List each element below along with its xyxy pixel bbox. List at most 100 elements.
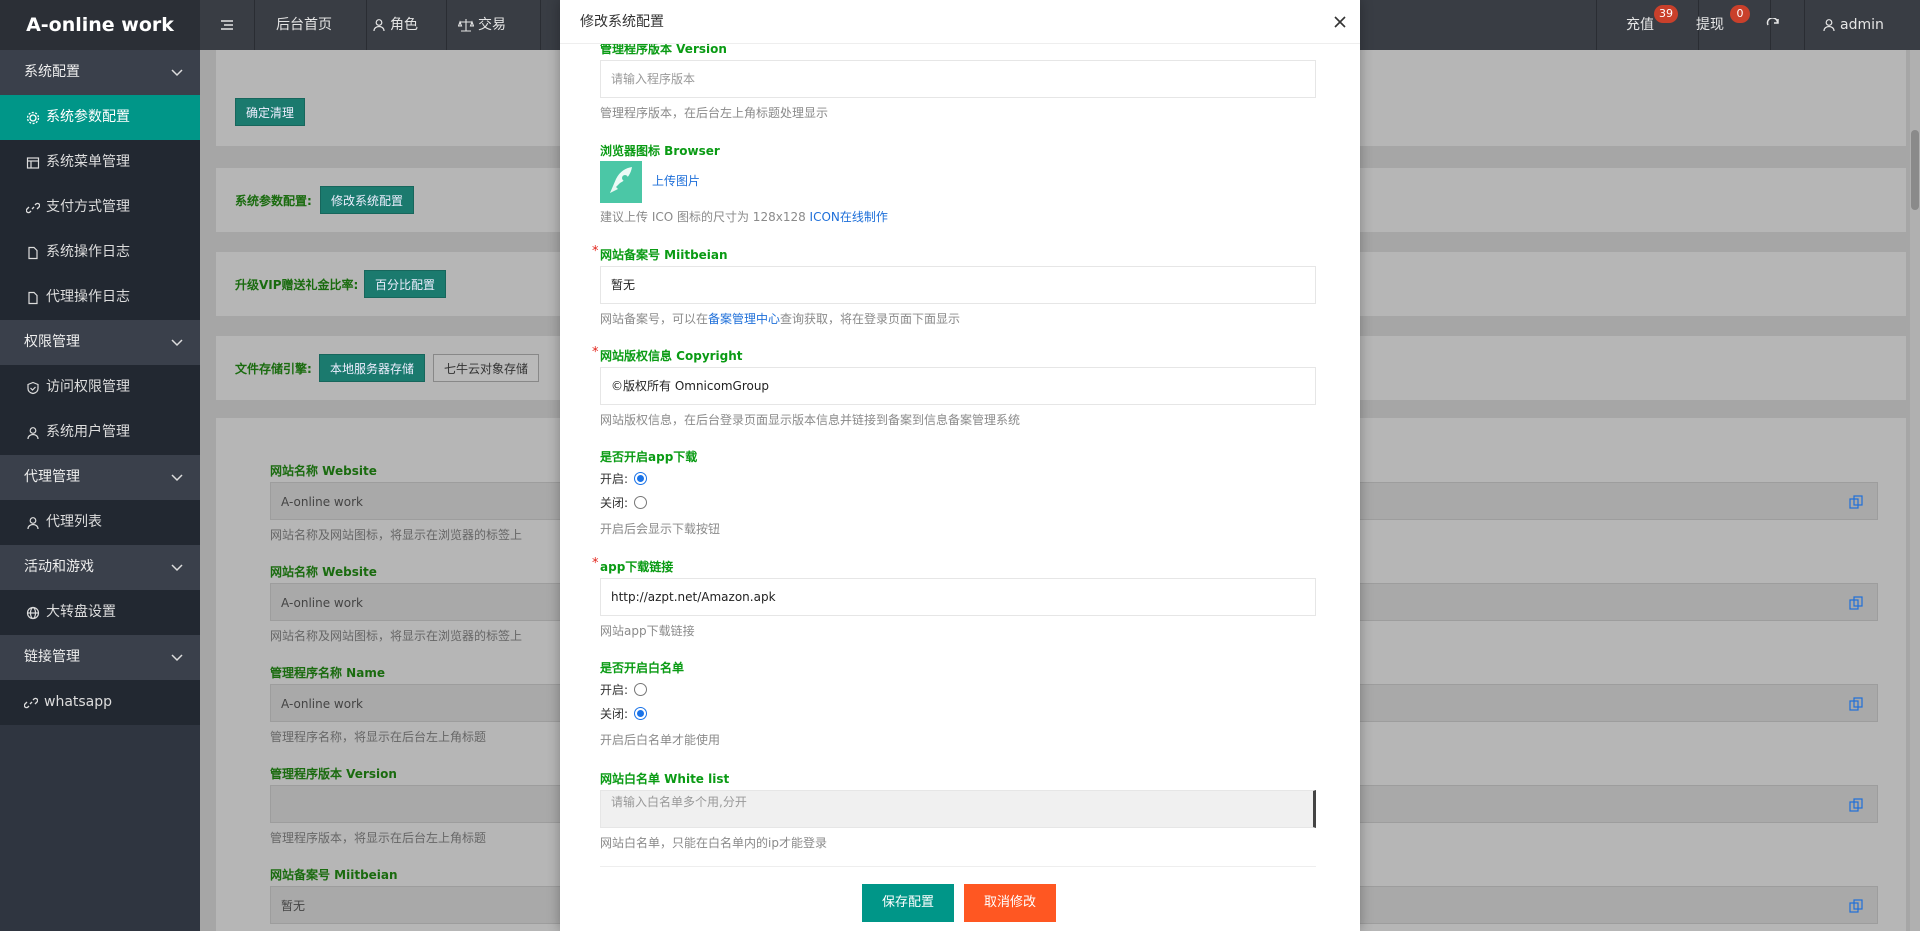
input-value: A-online work [281,495,363,509]
recharge-label: 充值 [1626,17,1654,33]
menu-toggle-button[interactable] [220,0,234,50]
form-help: 网站名称及网站图标，将显示在浏览器的标签上 [270,528,523,542]
version-help: 管理程序版本，在后台左上角标题处理显示 [600,106,829,120]
form-label: 网站名称 Website [270,565,377,579]
user-icon [1823,19,1835,32]
chevron-down-icon [171,474,183,482]
input-value: A-online work [281,596,363,610]
sidebar-item-users[interactable]: 系统用户管理 [0,410,200,455]
sidebar-item-system-params[interactable]: 系统参数配置 [0,95,200,140]
user-icon [27,426,39,439]
miitbeian-label: 网站备案号 Miitbeian [600,248,728,262]
edit-sysconfig-button[interactable]: 修改系统配置 [320,186,415,214]
sidebar-item-system-log[interactable]: 系统操作日志 [0,230,200,275]
radio-button[interactable] [634,683,648,696]
gear-icon [26,111,40,124]
icon-maker-link[interactable]: ICON在线制作 [810,210,888,224]
footer-divider [600,866,1316,867]
form-help: 管理程序名称，将显示在后台左上角标题 [270,730,487,744]
miitbeian-input[interactable]: 暂无 [600,266,1316,304]
radio-label: 关闭: [600,707,629,721]
nav-label: 角色 [390,17,418,33]
sidebar-item-label: 系统用户管理 [46,424,130,440]
close-icon[interactable] [1332,14,1348,30]
user-menu[interactable]: admin [1822,0,1884,50]
copyright-input[interactable]: ©版权所有 OmnicomGroup [600,367,1316,405]
cancel-edit-button[interactable]: 取消修改 [964,884,1056,922]
withdraw-link[interactable]: 提现 [1696,0,1724,50]
withdraw-label: 提现 [1696,17,1724,33]
sidebar-item-access[interactable]: 访问权限管理 [0,365,200,410]
app-url-input[interactable]: http://azpt.net/Amazon.apk [600,578,1316,616]
scrollbar-thumb[interactable] [1911,130,1919,210]
storage-local-button[interactable]: 本地服务器存储 [319,354,426,382]
link-icon [26,202,40,213]
sidebar-group-activities[interactable]: 活动和游戏 [0,545,200,590]
sidebar-item-label: 代理操作日志 [46,289,130,305]
copy-icon[interactable] [1849,596,1863,610]
copy-icon[interactable] [1849,798,1863,812]
sidebar-item-agent-list[interactable]: 代理列表 [0,500,200,545]
nav-role[interactable]: 角色 [372,0,418,50]
sidebar-item-agent-log[interactable]: 代理操作日志 [0,275,200,320]
storage-qiniu-button[interactable]: 七牛云对象存储 [433,354,540,382]
nav-home[interactable]: 后台首页 [276,0,332,50]
sidebar-item-wheel[interactable]: 大转盘设置 [0,590,200,635]
copyright-label: 网站版权信息 Copyright [600,349,743,363]
sidebar-group-links[interactable]: 链接管理 [0,635,200,680]
percent-config-button[interactable]: 百分比配置 [364,270,447,298]
form-label: 管理程序版本 Version [270,767,397,781]
sidebar-item-whatsapp[interactable]: whatsapp [0,680,200,725]
confirm-clear-button[interactable]: 确定清理 [235,98,306,126]
form-label: 网站名称 Website [270,464,377,478]
storage-label: 文件存储引擎: [235,362,312,376]
radio-button[interactable] [634,496,648,509]
whitelist-toggle-help: 开启后白名单才能使用 [600,733,721,747]
app-url-label: app下载链接 [600,560,674,574]
sidebar: A-online work 系统配置 系统参数配置 系统菜单管理 支付方式管理 … [0,0,200,931]
sidebar-group-permissions[interactable]: 权限管理 [0,320,200,365]
modal-title: 修改系统配置 [580,14,664,30]
sidebar-item-menu-manage[interactable]: 系统菜单管理 [0,140,200,185]
sidebar-item-label: 访问权限管理 [46,379,130,395]
sidebar-group-system-config[interactable]: 系统配置 [0,50,200,95]
sidebar-item-label: 代理列表 [46,514,102,530]
sidebar-group-label: 链接管理 [24,649,80,665]
nav-trade[interactable]: 交易 [458,0,506,50]
beian-center-link[interactable]: 备案管理中心 [708,312,780,326]
version-input[interactable]: 请输入程序版本 [600,60,1316,98]
version-label: 管理程序版本 Version [600,44,727,56]
user-name: admin [1840,17,1884,33]
recharge-link[interactable]: 充值 [1626,0,1654,50]
page-scrollbar[interactable] [1910,50,1920,931]
whitelist-textarea[interactable]: 请输入白名单多个用,分开 [600,790,1316,828]
sidebar-item-label: whatsapp [44,694,113,710]
radio-button[interactable] [634,472,648,485]
whitelist-off-radio[interactable]: 关闭: [600,705,648,722]
copy-icon[interactable] [1849,899,1863,913]
edit-config-modal: 修改系统配置 管理程序版本 Version 请输入程序版本 管理程序版本，在后台… [560,0,1360,931]
upload-image-link[interactable]: 上传图片 [652,172,700,189]
app-download-label: 是否开启app下载 [600,450,698,464]
whitelist-toggle-label: 是否开启白名单 [600,661,685,675]
app-download-off-radio[interactable]: 关闭: [600,494,648,511]
app-download-on-radio[interactable]: 开启: [600,470,648,487]
whitelist-label: 网站白名单 White list [600,772,730,786]
whitelist-on-radio[interactable]: 开启: [600,681,648,698]
form-help: 管理程序版本，将显示在后台左上角标题 [270,831,487,845]
nav-label: 交易 [478,17,506,33]
sidebar-item-payment[interactable]: 支付方式管理 [0,185,200,230]
save-config-button[interactable]: 保存配置 [862,884,954,922]
browser-help-text: 建议上传 ICO 图标的尺寸为 128x128 [600,210,806,224]
sidebar-group-agents[interactable]: 代理管理 [0,455,200,500]
copy-icon[interactable] [1849,697,1863,711]
sidebar-item-label: 大转盘设置 [46,604,116,620]
modal-footer: 保存配置 取消修改 [560,856,1360,931]
modal-body[interactable]: 管理程序版本 Version 请输入程序版本 管理程序版本，在后台左上角标题处理… [560,44,1360,856]
modal-header: 修改系统配置 [560,0,1360,44]
refresh-button[interactable] [1766,0,1780,50]
copy-icon[interactable] [1849,495,1863,509]
radio-button[interactable] [634,707,648,720]
input-value: 暂无 [281,899,306,913]
app-url-help: 网站app下载链接 [600,624,695,638]
